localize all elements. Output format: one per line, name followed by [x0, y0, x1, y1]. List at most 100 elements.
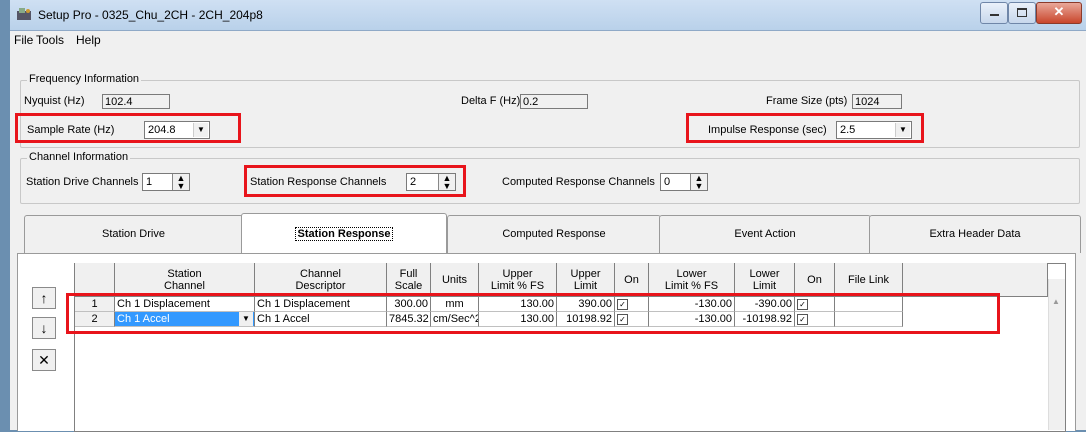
title-bar: Setup Pro - 0325_Chu_2CH - 2CH_204p8 ✕ — [10, 0, 1086, 31]
tab-computed-response[interactable]: Computed Response — [447, 215, 661, 253]
cell-full-scale[interactable]: 7845.32 — [387, 312, 431, 327]
cell-units[interactable]: mm — [431, 297, 479, 312]
cell-descriptor[interactable]: Ch 1 Accel — [255, 312, 387, 327]
checkbox-checked-icon: ✓ — [617, 299, 628, 310]
cell-lower-pct[interactable]: -130.00 — [649, 297, 735, 312]
close-icon: ✕ — [1053, 4, 1065, 19]
tab-station-drive[interactable]: Station Drive — [24, 215, 243, 253]
scroll-up-icon[interactable]: ▲ — [1052, 297, 1060, 306]
grid-header-lower-on[interactable]: On — [795, 263, 835, 297]
grid-header-units[interactable]: Units — [431, 263, 479, 297]
cell-file-link[interactable] — [835, 312, 903, 327]
row-number: 2 — [75, 312, 115, 327]
chevron-down-icon[interactable]: ▼ — [895, 123, 910, 137]
cell-descriptor[interactable]: Ch 1 Displacement — [255, 297, 387, 312]
delete-icon: ✕ — [38, 352, 50, 368]
menu-bar: File Tools Help — [10, 31, 1086, 49]
computed-channels-value: 0 — [664, 176, 671, 188]
drive-channels-value: 1 — [146, 176, 153, 188]
menu-tools[interactable]: Tools — [36, 33, 64, 47]
close-button[interactable]: ✕ — [1036, 2, 1082, 24]
cell-upper-pct[interactable]: 130.00 — [479, 297, 557, 312]
grid-header-file-link[interactable]: File Link — [835, 263, 903, 297]
cell-upper[interactable]: 10198.92 — [557, 312, 615, 327]
spinner-arrows-icon[interactable]: ▲ ▼ — [690, 174, 707, 191]
channel-group-title: Channel Information — [27, 151, 131, 163]
cell-lower-pct[interactable]: -130.00 — [649, 312, 735, 327]
minimize-button[interactable] — [980, 2, 1008, 24]
cell-upper-pct[interactable]: 130.00 — [479, 312, 557, 327]
grid-header-full-scale[interactable]: Full Scale — [387, 263, 431, 297]
tab-event-action[interactable]: Event Action — [659, 215, 871, 253]
app-window: Setup Pro - 0325_Chu_2CH - 2CH_204p8 ✕ F… — [10, 0, 1086, 432]
tab-label: Event Action — [734, 228, 796, 240]
sample-rate-value: 204.8 — [148, 124, 176, 136]
station-channel-value: Ch 1 Accel — [117, 313, 170, 325]
computed-channels-spinner[interactable]: 0 ▲ ▼ — [660, 173, 708, 191]
tab-station-response[interactable]: Station Response — [241, 213, 447, 255]
maximize-button[interactable] — [1008, 2, 1036, 24]
grid-header-upper-on[interactable]: On — [615, 263, 649, 297]
delta-f-label: Delta F (Hz) — [461, 95, 521, 107]
frame-size-label: Frame Size (pts) — [766, 95, 848, 107]
sample-rate-label: Sample Rate (Hz) — [27, 124, 115, 136]
frequency-group-title: Frequency Information — [27, 73, 142, 85]
grid-header-upper-limit[interactable]: Upper Limit — [557, 263, 615, 297]
cell-file-link[interactable] — [835, 297, 903, 312]
cell-lower[interactable]: -390.00 — [735, 297, 795, 312]
arrow-down-icon: ↓ — [40, 320, 48, 336]
nyquist-label: Nyquist (Hz) — [24, 95, 85, 107]
app-icon — [17, 8, 31, 20]
cell-upper[interactable]: 390.00 — [557, 297, 615, 312]
lower-on-checkbox[interactable]: ✓ — [795, 312, 835, 327]
sample-rate-select[interactable]: 204.8 ▼ — [144, 121, 210, 139]
tab-extra-header-data[interactable]: Extra Header Data — [869, 215, 1081, 253]
window-title: Setup Pro - 0325_Chu_2CH - 2CH_204p8 — [38, 8, 263, 22]
minimize-icon — [989, 14, 999, 16]
tab-label: Station Response — [294, 227, 394, 241]
grid-header-blank — [903, 263, 1048, 297]
menu-help[interactable]: Help — [76, 33, 101, 47]
lower-on-checkbox[interactable]: ✓ — [795, 297, 835, 312]
response-channels-spinner[interactable]: 2 ▲ ▼ — [406, 173, 456, 191]
grid-header-lower-limit[interactable]: Lower Limit — [735, 263, 795, 297]
response-channels-label: Station Response Channels — [250, 176, 387, 188]
cell-station-channel-select[interactable]: Ch 1 Accel ▼ — [115, 312, 255, 327]
tab-label: Station Drive — [102, 228, 165, 240]
maximize-icon — [1017, 8, 1027, 17]
cell-full-scale[interactable]: 300.00 — [387, 297, 431, 312]
spinner-arrows-icon[interactable]: ▲ ▼ — [438, 174, 455, 191]
grid-scrollbar[interactable]: ▲ — [1048, 279, 1065, 430]
tab-label: Computed Response — [502, 228, 606, 240]
grid-header-lower-limit-pct[interactable]: Lower Limit % FS — [649, 263, 735, 297]
upper-on-checkbox[interactable]: ✓ — [615, 297, 649, 312]
tab-label: Extra Header Data — [929, 228, 1021, 240]
checkbox-checked-icon: ✓ — [797, 314, 808, 325]
computed-channels-label: Computed Response Channels — [502, 176, 655, 188]
delete-row-button[interactable]: ✕ — [32, 349, 56, 371]
grid-header-upper-limit-pct[interactable]: Upper Limit % FS — [479, 263, 557, 297]
response-channels-value: 2 — [410, 176, 417, 188]
impulse-response-select[interactable]: 2.5 ▼ — [836, 121, 912, 139]
cell-lower[interactable]: -10198.92 — [735, 312, 795, 327]
upper-on-checkbox[interactable]: ✓ — [615, 312, 649, 327]
nyquist-field: 102.4 — [102, 94, 170, 109]
impulse-response-label: Impulse Response (sec) — [708, 124, 827, 136]
chevron-down-icon[interactable]: ▼ — [193, 123, 208, 137]
cell-units[interactable]: cm/Sec^2 — [431, 312, 479, 327]
move-up-button[interactable]: ↑ — [32, 287, 56, 309]
arrow-up-icon: ↑ — [40, 290, 48, 306]
menu-file[interactable]: File — [14, 33, 33, 47]
checkbox-checked-icon: ✓ — [797, 299, 808, 310]
checkbox-checked-icon: ✓ — [617, 314, 628, 325]
move-down-button[interactable]: ↓ — [32, 317, 56, 339]
row-number: 1 — [75, 297, 115, 312]
chevron-down-icon[interactable]: ▼ — [239, 312, 253, 326]
cell-station-channel[interactable]: Ch 1 Displacement — [115, 297, 255, 312]
grid-header-station-channel[interactable]: Station Channel — [115, 263, 255, 297]
spinner-arrows-icon[interactable]: ▲ ▼ — [172, 174, 189, 191]
drive-channels-spinner[interactable]: 1 ▲ ▼ — [142, 173, 190, 191]
frame-size-field: 1024 — [852, 94, 902, 109]
grid-header-channel-descriptor[interactable]: Channel Descriptor — [255, 263, 387, 297]
delta-f-field: 0.2 — [520, 94, 588, 109]
